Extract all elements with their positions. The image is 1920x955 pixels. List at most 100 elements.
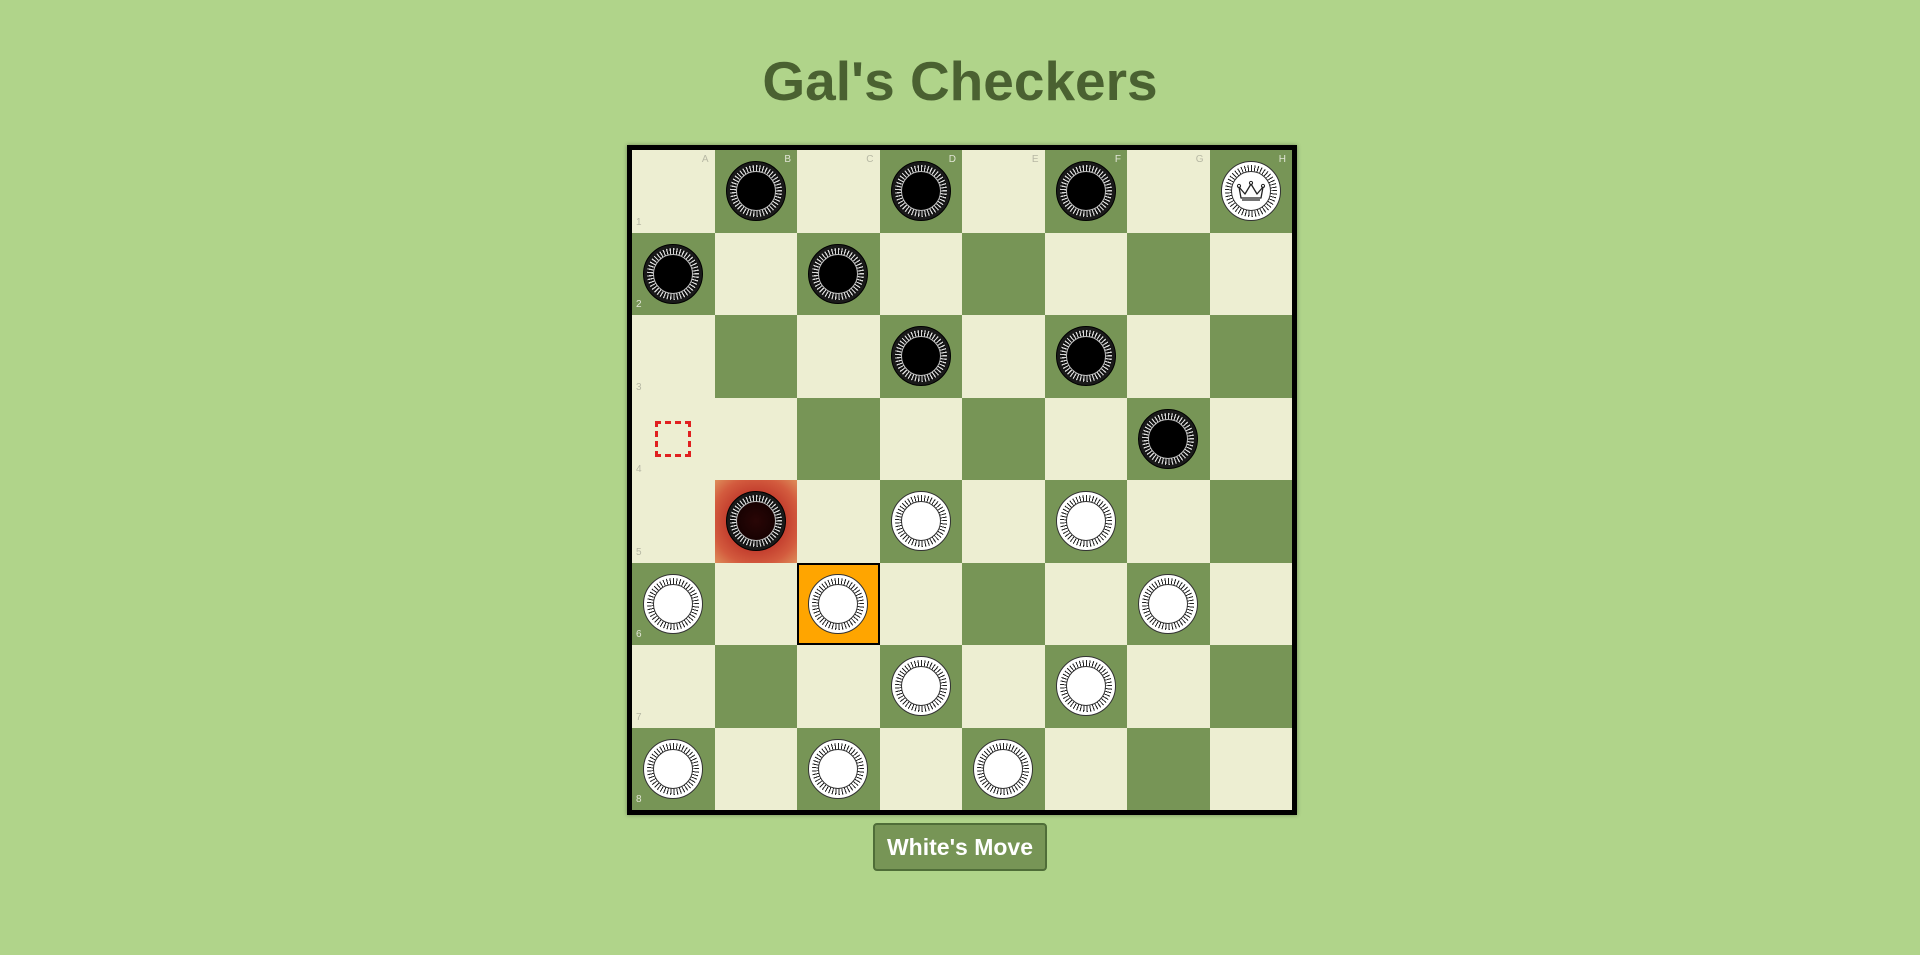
white-piece[interactable]: [973, 738, 1034, 799]
file-label: E: [1031, 154, 1039, 165]
piece-face: [653, 253, 694, 294]
turn-indicator-button[interactable]: White's Move: [873, 823, 1047, 871]
rank-label: 8: [636, 794, 642, 805]
square-e8[interactable]: [962, 727, 1045, 810]
white-piece[interactable]: [808, 738, 869, 799]
square-f8[interactable]: [1044, 727, 1127, 810]
square-c8[interactable]: [797, 727, 880, 810]
square-a1[interactable]: A1: [632, 150, 715, 233]
square-d3[interactable]: [879, 315, 962, 398]
square-f5[interactable]: [1044, 480, 1127, 563]
white-piece[interactable]: [1055, 491, 1116, 552]
square-h5[interactable]: [1209, 480, 1292, 563]
square-d5[interactable]: [879, 480, 962, 563]
square-d8[interactable]: [879, 727, 962, 810]
square-c4[interactable]: [797, 397, 880, 480]
white-piece[interactable]: [890, 491, 951, 552]
square-d1[interactable]: D: [879, 150, 962, 233]
white-piece[interactable]: [1138, 573, 1199, 634]
square-f4[interactable]: [1044, 397, 1127, 480]
square-c6[interactable]: [797, 562, 880, 645]
square-g1[interactable]: G: [1127, 150, 1210, 233]
white-piece[interactable]: [890, 656, 951, 717]
square-c2[interactable]: [797, 232, 880, 315]
square-h2[interactable]: [1209, 232, 1292, 315]
square-a4[interactable]: 4: [632, 397, 715, 480]
square-a3[interactable]: 3: [632, 315, 715, 398]
square-d6[interactable]: [879, 562, 962, 645]
square-g7[interactable]: [1127, 645, 1210, 728]
square-e4[interactable]: [962, 397, 1045, 480]
black-piece[interactable]: [1138, 408, 1199, 469]
rank-label: 1: [636, 216, 642, 228]
piece-face: [735, 501, 776, 542]
square-b6[interactable]: [714, 562, 797, 645]
black-piece[interactable]: [725, 491, 786, 552]
move-target-marker[interactable]: [655, 420, 692, 457]
square-e1[interactable]: E: [962, 150, 1045, 233]
square-b3[interactable]: [714, 315, 797, 398]
square-g3[interactable]: [1127, 315, 1210, 398]
white-piece[interactable]: [1055, 656, 1116, 717]
square-e5[interactable]: [962, 480, 1045, 563]
rank-label: 6: [636, 629, 642, 640]
black-piece[interactable]: [725, 161, 786, 222]
square-e7[interactable]: [962, 645, 1045, 728]
square-c5[interactable]: [797, 480, 880, 563]
square-g5[interactable]: [1127, 480, 1210, 563]
white-piece[interactable]: [643, 573, 704, 634]
file-label: G: [1195, 154, 1204, 165]
page-title: Gal's Checkers: [762, 50, 1158, 112]
square-a2[interactable]: 2: [632, 232, 715, 315]
black-piece[interactable]: [808, 243, 869, 304]
square-h7[interactable]: [1209, 645, 1292, 728]
rank-label: 3: [636, 381, 642, 393]
square-b4[interactable]: [714, 397, 797, 480]
square-b5[interactable]: [714, 480, 797, 563]
square-a7[interactable]: 7: [632, 645, 715, 728]
square-c1[interactable]: C: [797, 150, 880, 233]
piece-face: [653, 583, 694, 624]
square-d4[interactable]: [879, 397, 962, 480]
square-b2[interactable]: [714, 232, 797, 315]
square-b8[interactable]: [714, 727, 797, 810]
square-e6[interactable]: [962, 562, 1045, 645]
square-a5[interactable]: 5: [632, 480, 715, 563]
square-c7[interactable]: [797, 645, 880, 728]
square-g6[interactable]: [1127, 562, 1210, 645]
square-b1[interactable]: B: [714, 150, 797, 233]
square-c3[interactable]: [797, 315, 880, 398]
square-a8[interactable]: 8: [632, 727, 715, 810]
square-h8[interactable]: [1209, 727, 1292, 810]
square-h6[interactable]: [1209, 562, 1292, 645]
black-piece[interactable]: [1055, 326, 1116, 387]
rank-label: 7: [636, 711, 642, 723]
rank-label: 4: [636, 464, 642, 475]
square-g4[interactable]: [1127, 397, 1210, 480]
checkers-board[interactable]: A1BCD EF GH 2 3 4 5 6 7 8: [627, 145, 1297, 815]
black-piece[interactable]: [643, 243, 704, 304]
black-piece[interactable]: [890, 326, 951, 387]
square-f2[interactable]: [1044, 232, 1127, 315]
square-g2[interactable]: [1127, 232, 1210, 315]
white-king-piece[interactable]: [1220, 161, 1281, 222]
square-e2[interactable]: [962, 232, 1045, 315]
black-piece[interactable]: [1055, 161, 1116, 222]
square-h1[interactable]: H: [1209, 150, 1292, 233]
square-a6[interactable]: 6: [632, 562, 715, 645]
square-g8[interactable]: [1127, 727, 1210, 810]
crown-icon: [1236, 181, 1265, 201]
square-f6[interactable]: [1044, 562, 1127, 645]
square-d7[interactable]: [879, 645, 962, 728]
square-f7[interactable]: [1044, 645, 1127, 728]
square-h4[interactable]: [1209, 397, 1292, 480]
white-piece[interactable]: [808, 573, 869, 634]
square-h3[interactable]: [1209, 315, 1292, 398]
black-piece[interactable]: [890, 161, 951, 222]
square-d2[interactable]: [879, 232, 962, 315]
square-f1[interactable]: F: [1044, 150, 1127, 233]
white-piece[interactable]: [643, 738, 704, 799]
square-e3[interactable]: [962, 315, 1045, 398]
square-b7[interactable]: [714, 645, 797, 728]
square-f3[interactable]: [1044, 315, 1127, 398]
